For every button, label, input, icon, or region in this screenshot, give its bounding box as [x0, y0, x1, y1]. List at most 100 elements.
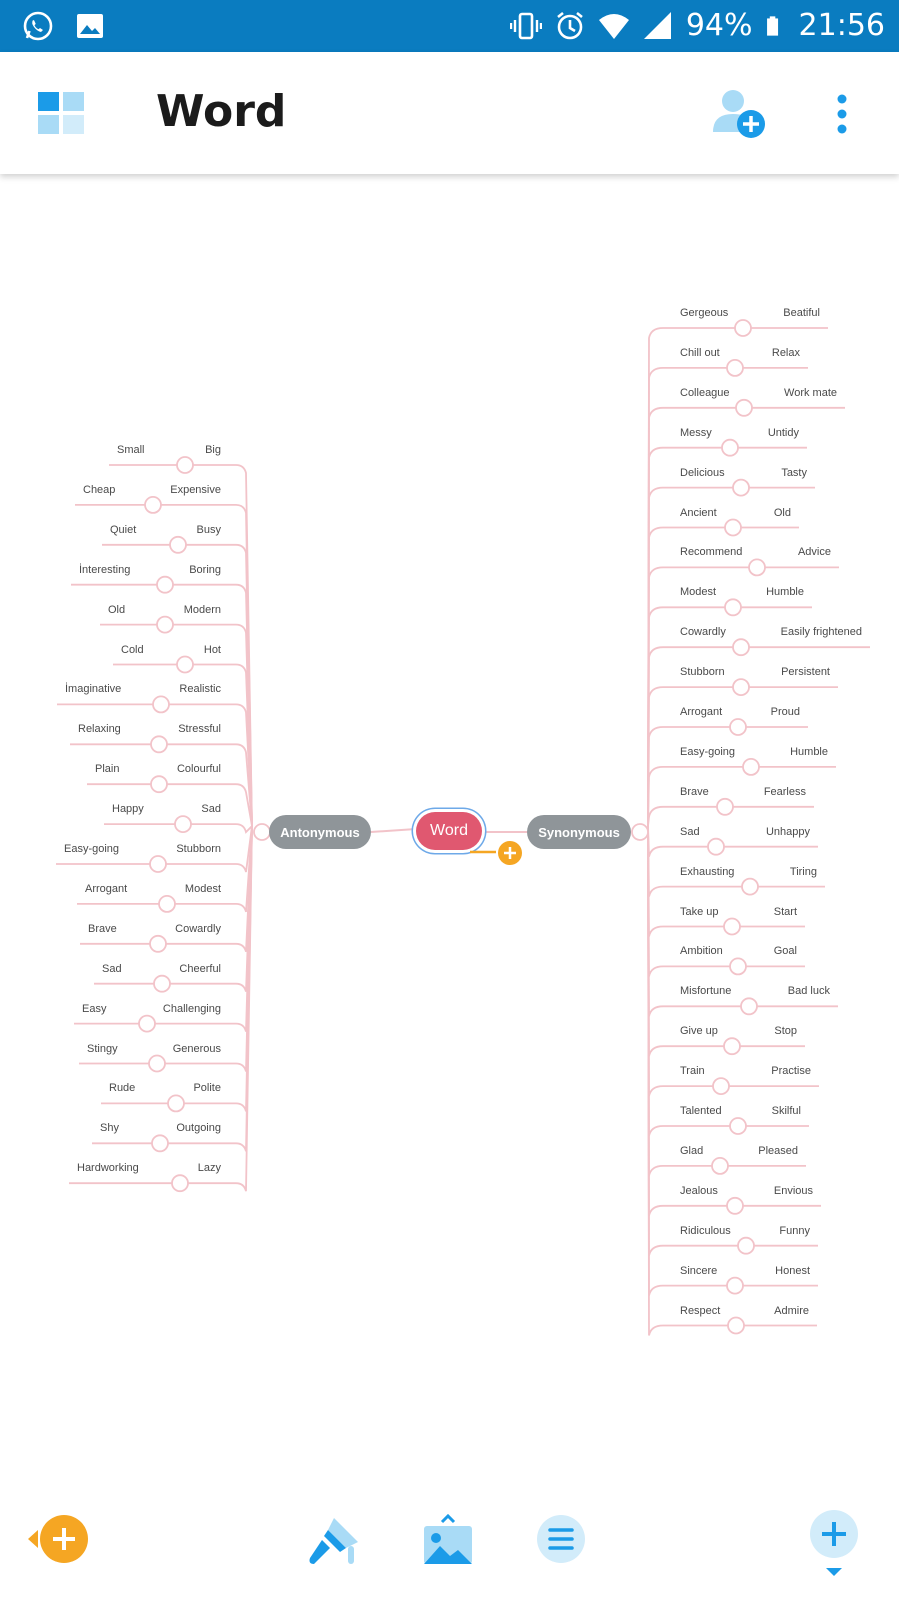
antonym-word[interactable]: Easy — [82, 1003, 106, 1015]
synonym-pair-word[interactable]: Persistent — [781, 666, 830, 678]
synonym-word[interactable]: Ancient — [680, 507, 717, 519]
synonym-pair-word[interactable]: Admire — [774, 1305, 809, 1317]
antonym-pair-word[interactable]: Boring — [189, 564, 221, 576]
synonym-pair-word[interactable]: Tasty — [781, 467, 807, 479]
synonym-word[interactable]: Respect — [680, 1305, 720, 1317]
synonym-word[interactable]: Train — [680, 1065, 705, 1077]
antonym-pair-word[interactable]: Modern — [184, 604, 221, 616]
antonym-pair-word[interactable]: Stubborn — [176, 843, 221, 855]
antonym-word[interactable]: Brave — [88, 923, 117, 935]
synonym-pair-word[interactable]: Untidy — [768, 427, 799, 439]
synonym-pair-word[interactable]: Bad luck — [788, 985, 830, 997]
antonym-pair-word[interactable]: Modest — [185, 883, 221, 895]
grid-icon[interactable] — [38, 92, 84, 134]
add-user-icon[interactable] — [713, 88, 769, 142]
synonym-word[interactable]: Glad — [680, 1145, 703, 1157]
antonym-pair-word[interactable]: Colourful — [177, 763, 221, 775]
synonym-pair-word[interactable]: Start — [774, 906, 797, 918]
antonym-word[interactable]: Cold — [121, 644, 144, 656]
image-icon[interactable] — [422, 1514, 474, 1566]
synonym-word[interactable]: Chill out — [680, 347, 720, 359]
synonym-pair-word[interactable]: Proud — [771, 706, 800, 718]
synonym-pair-word[interactable]: Goal — [774, 945, 797, 957]
synonym-word[interactable]: Modest — [680, 586, 716, 598]
synonym-pair-word[interactable]: Beatiful — [783, 307, 820, 319]
antonym-pair-word[interactable]: Lazy — [198, 1162, 221, 1174]
antonym-word[interactable]: Quiet — [110, 524, 136, 536]
synonym-word[interactable]: Sad — [680, 826, 700, 838]
synonym-pair-word[interactable]: Humble — [766, 586, 804, 598]
synonym-word[interactable]: Misfortune — [680, 985, 731, 997]
add-topic-icon[interactable] — [24, 1512, 92, 1566]
antonym-word[interactable]: Stingy — [87, 1043, 118, 1055]
more-vert-icon[interactable] — [835, 94, 849, 134]
add-icon[interactable] — [808, 1508, 860, 1580]
antonym-pair-word[interactable]: Outgoing — [176, 1122, 221, 1134]
antonym-pair-word[interactable]: Hot — [204, 644, 221, 656]
synonym-pair-word[interactable]: Tiring — [790, 866, 817, 878]
synonym-word[interactable]: Colleague — [680, 387, 730, 399]
synonym-word[interactable]: Ridiculous — [680, 1225, 731, 1237]
synonym-pair-word[interactable]: Stop — [774, 1025, 797, 1037]
synonym-pair-word[interactable]: Fearless — [764, 786, 806, 798]
antonym-pair-word[interactable]: Realistic — [179, 683, 221, 695]
synonym-pair-word[interactable]: Work mate — [784, 387, 837, 399]
paint-icon[interactable] — [308, 1514, 362, 1568]
antonym-pair-word[interactable]: Sad — [201, 803, 221, 815]
antonym-pair-word[interactable]: Stressful — [178, 723, 221, 735]
antonym-pair-word[interactable]: Polite — [193, 1082, 221, 1094]
synonym-word[interactable]: Brave — [680, 786, 709, 798]
antonym-word[interactable]: İnteresting — [79, 564, 130, 576]
antonym-word[interactable]: Arrogant — [85, 883, 127, 895]
antonym-word[interactable]: Shy — [100, 1122, 119, 1134]
synonym-word[interactable]: Delicious — [680, 467, 725, 479]
synonym-word[interactable]: Sincere — [680, 1265, 717, 1277]
antonym-word[interactable]: Relaxing — [78, 723, 121, 735]
synonym-word[interactable]: Talented — [680, 1105, 722, 1117]
synonym-word[interactable]: Give up — [680, 1025, 718, 1037]
antonym-word[interactable]: Cheap — [83, 484, 115, 496]
antonym-word[interactable]: Hardworking — [77, 1162, 139, 1174]
synonym-pair-word[interactable]: Envious — [774, 1185, 813, 1197]
antonym-pair-word[interactable]: Cowardly — [175, 923, 221, 935]
synonym-word[interactable]: Messy — [680, 427, 712, 439]
synonym-word[interactable]: Take up — [680, 906, 719, 918]
antonym-word[interactable]: Easy-going — [64, 843, 119, 855]
synonym-word[interactable]: Gergeous — [680, 307, 728, 319]
antonym-word[interactable]: Sad — [102, 963, 122, 975]
antonym-word[interactable]: Plain — [95, 763, 119, 775]
antonym-word[interactable]: Old — [108, 604, 125, 616]
synonym-pair-word[interactable]: Pleased — [758, 1145, 798, 1157]
synonym-word[interactable]: Exhausting — [680, 866, 734, 878]
antonym-word[interactable]: Rude — [109, 1082, 135, 1094]
synonym-pair-word[interactable]: Relax — [772, 347, 800, 359]
synonym-pair-word[interactable]: Honest — [775, 1265, 810, 1277]
add-node-icon[interactable] — [497, 840, 523, 866]
antonym-pair-word[interactable]: Expensive — [170, 484, 221, 496]
antonym-pair-word[interactable]: Busy — [197, 524, 221, 536]
synonym-pair-word[interactable]: Easily frightened — [781, 626, 862, 638]
antonym-pair-word[interactable]: Challenging — [163, 1003, 221, 1015]
outline-icon[interactable] — [536, 1514, 586, 1564]
antonym-pair-word[interactable]: Generous — [173, 1043, 221, 1055]
synonym-pair-word[interactable]: Skilful — [772, 1105, 801, 1117]
topic-antonymous[interactable]: Antonymous — [269, 815, 371, 849]
synonym-pair-word[interactable]: Unhappy — [766, 826, 810, 838]
antonym-word[interactable]: Small — [117, 444, 145, 456]
synonym-word[interactable]: Recommend — [680, 546, 742, 558]
synonym-word[interactable]: Stubborn — [680, 666, 725, 678]
synonym-pair-word[interactable]: Practise — [771, 1065, 811, 1077]
synonym-pair-word[interactable]: Old — [774, 507, 791, 519]
synonym-pair-word[interactable]: Humble — [790, 746, 828, 758]
synonym-pair-word[interactable]: Advice — [798, 546, 831, 558]
synonym-pair-word[interactable]: Funny — [779, 1225, 810, 1237]
synonym-word[interactable]: Arrogant — [680, 706, 722, 718]
synonym-word[interactable]: Jealous — [680, 1185, 718, 1197]
synonym-word[interactable]: Ambition — [680, 945, 723, 957]
antonym-word[interactable]: İmaginative — [65, 683, 121, 695]
synonym-word[interactable]: Easy-going — [680, 746, 735, 758]
antonym-word[interactable]: Happy — [112, 803, 144, 815]
synonym-word[interactable]: Cowardly — [680, 626, 726, 638]
antonym-pair-word[interactable]: Big — [205, 444, 221, 456]
topic-synonymous[interactable]: Synonymous — [527, 815, 631, 849]
